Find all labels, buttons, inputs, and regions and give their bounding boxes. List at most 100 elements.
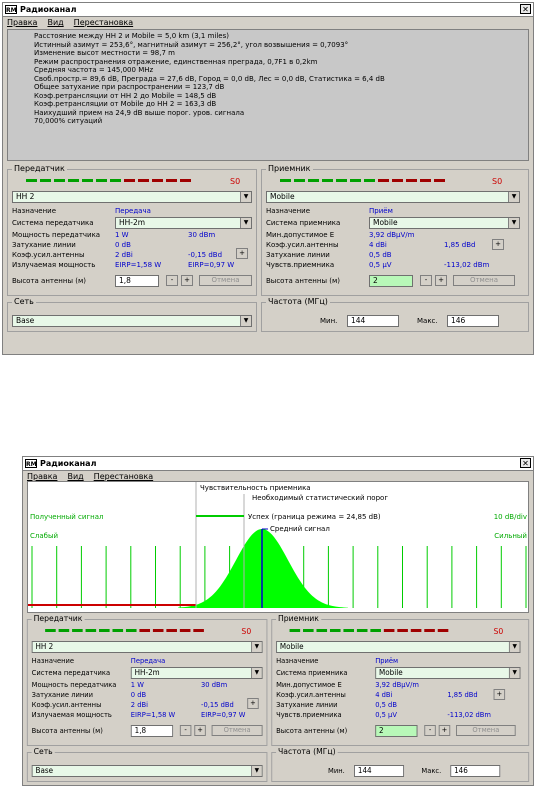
tx-loss-label: Затухание линии: [12, 241, 76, 249]
chart-svg: Чувствительность приемника Необходимый с…: [28, 482, 527, 608]
tx-height-minus-button[interactable]: -: [179, 725, 192, 736]
info-line: Режим распространения отражение, единств…: [34, 57, 318, 66]
title-bar: RM Радиоканал ✕: [3, 3, 533, 17]
tx-power-label: Мощность передатчика: [31, 681, 117, 689]
annot-threshold: Необходимый статистический порог: [252, 494, 388, 502]
close-icon[interactable]: ✕: [520, 4, 531, 14]
receiver-group: Приемник S0 Mobile ▼ Назначение Приём Сис…: [271, 614, 530, 746]
tx-loss-label: Затухание линии: [31, 691, 94, 699]
network-select[interactable]: Base ▼: [12, 315, 252, 327]
freq-max-input[interactable]: 146: [450, 765, 501, 777]
freq-min-input[interactable]: 144: [354, 765, 405, 777]
rx-sens-uv: 0,5 μV: [369, 261, 392, 269]
tx-s-meter-value: S0: [230, 177, 241, 186]
menu-swap[interactable]: Перестановка: [74, 18, 133, 27]
chevron-down-icon[interactable]: ▼: [251, 668, 262, 678]
tx-system-select[interactable]: НН-2m ▼: [130, 667, 263, 679]
tx-station-select[interactable]: НН 2 ▼: [12, 191, 252, 203]
tx-signal-meter: [26, 179, 194, 184]
chevron-down-icon[interactable]: ▼: [508, 642, 520, 652]
rx-cancel-button[interactable]: Отмена: [456, 725, 516, 736]
menu-swap[interactable]: Перестановка: [94, 472, 153, 481]
tx-height-input[interactable]: 1,8: [115, 275, 159, 287]
tx-power-dbm: 30 dBm: [201, 681, 228, 689]
chevron-down-icon[interactable]: ▼: [508, 218, 519, 228]
menu-view[interactable]: Вид: [67, 472, 83, 481]
chevron-down-icon[interactable]: ▼: [251, 642, 262, 652]
rx-station-select[interactable]: Mobile ▼: [266, 191, 520, 203]
rx-height-input[interactable]: 2: [375, 725, 418, 737]
tx-station-select[interactable]: НН 2 ▼: [31, 641, 263, 653]
tx-purpose-label: Назначение: [31, 657, 75, 665]
network-value: Base: [35, 766, 54, 775]
tx-power-dbm: 30 dBm: [188, 231, 216, 239]
freq-min-input[interactable]: 144: [347, 315, 399, 327]
freq-max-input[interactable]: 146: [447, 315, 499, 327]
label-strong: Сильный: [494, 532, 527, 540]
tx-gain-label: Коэф.усил.антенны: [12, 251, 85, 259]
title-bar: RM Радиоканал ✕: [23, 457, 533, 471]
rx-minfield-label: Мин.допустимое Е: [266, 231, 335, 239]
chevron-down-icon[interactable]: ▼: [508, 668, 520, 678]
rx-gain-plus-button[interactable]: +: [492, 239, 504, 250]
info-line: 70,000% ситуаций: [34, 117, 103, 125]
rx-s-meter-value: S0: [492, 177, 503, 186]
tx-loss-value: 0 dB: [130, 691, 147, 699]
tx-station-value: НН 2: [35, 642, 54, 651]
rx-system-select[interactable]: Mobile ▼: [369, 217, 520, 229]
rx-minfield-value: 3,92 dBμV/m: [369, 231, 415, 239]
menu-edit[interactable]: Правка: [7, 18, 37, 27]
tx-height-input[interactable]: 1,8: [130, 725, 174, 737]
transmitter-title: Передатчик: [12, 164, 67, 174]
tx-height-label: Высота антенны (м): [12, 277, 86, 285]
close-icon[interactable]: ✕: [520, 458, 531, 468]
rx-height-plus-button[interactable]: +: [435, 275, 447, 286]
tx-cancel-button[interactable]: Отмена: [199, 275, 252, 286]
tx-purpose-value: Передача: [130, 657, 166, 665]
tx-gain-dbd: -0,15 dBd: [201, 701, 234, 709]
tx-gain-plus-button[interactable]: +: [247, 698, 259, 709]
tx-gain-plus-button[interactable]: +: [236, 248, 248, 259]
chevron-down-icon[interactable]: ▼: [508, 192, 519, 202]
tx-system-select[interactable]: НН-2m ▼: [115, 217, 252, 229]
chevron-down-icon[interactable]: ▼: [240, 218, 251, 228]
network-select[interactable]: Base ▼: [31, 765, 263, 777]
window-title: Радиоканал: [20, 5, 77, 14]
frequency-group: Частота (МГц) Мин. 144 Макс. 146: [261, 297, 529, 332]
tx-height-plus-button[interactable]: +: [194, 725, 206, 736]
freq-min-label: Мин.: [320, 317, 338, 325]
rx-height-minus-button[interactable]: -: [420, 275, 432, 286]
rx-height-plus-button[interactable]: +: [438, 725, 451, 736]
menu-view[interactable]: Вид: [47, 18, 63, 27]
rx-station-select[interactable]: Mobile ▼: [276, 641, 521, 653]
network-title: Сеть: [12, 297, 36, 307]
rx-height-minus-button[interactable]: -: [424, 725, 436, 736]
freq-max-label: Макс.: [417, 317, 438, 325]
rx-purpose-value: Приём: [375, 657, 399, 665]
chevron-down-icon[interactable]: ▼: [251, 766, 262, 776]
rx-gain-dbi: 4 dBi: [375, 691, 393, 699]
tx-erp-label: Излучаемая мощность: [31, 711, 112, 719]
tx-cancel-button[interactable]: Отмена: [211, 725, 263, 736]
panel-slot-1: Передатчик S0 НН 2 ▼ Назначение Передача …: [3, 163, 533, 353]
rx-height-label: Высота антенны (м): [276, 727, 348, 735]
menu-edit[interactable]: Правка: [27, 472, 57, 481]
rx-gain-plus-button[interactable]: +: [493, 689, 506, 700]
info-line: Общее затухание при распространении = 12…: [34, 83, 225, 91]
tx-height-minus-button[interactable]: -: [166, 275, 178, 286]
rx-system-select[interactable]: Mobile ▼: [375, 667, 521, 679]
rx-minfield-value: 3,92 dBμV/m: [375, 681, 419, 689]
rx-cancel-button[interactable]: Отмена: [453, 275, 515, 286]
tx-system-label: Система передатчика: [31, 669, 111, 677]
radiolink-window-1: RM Радиоканал ✕ Правка Вид Перестановка Ра…: [2, 2, 534, 355]
chevron-down-icon[interactable]: ▼: [240, 316, 251, 326]
menu-bar: Правка Вид Перестановка: [3, 17, 533, 28]
rx-purpose-label: Назначение: [276, 657, 319, 665]
tx-height-plus-button[interactable]: +: [181, 275, 193, 286]
info-line: Средняя частота = 145,000 MHz: [34, 66, 154, 74]
rx-loss-label: Затухание линии: [276, 701, 338, 709]
frequency-group: Частота (МГц) Мин. 144 Макс. 146: [271, 747, 530, 782]
chevron-down-icon[interactable]: ▼: [240, 192, 251, 202]
label-weak: Слабый: [30, 532, 58, 540]
rx-height-input[interactable]: 2: [369, 275, 413, 287]
